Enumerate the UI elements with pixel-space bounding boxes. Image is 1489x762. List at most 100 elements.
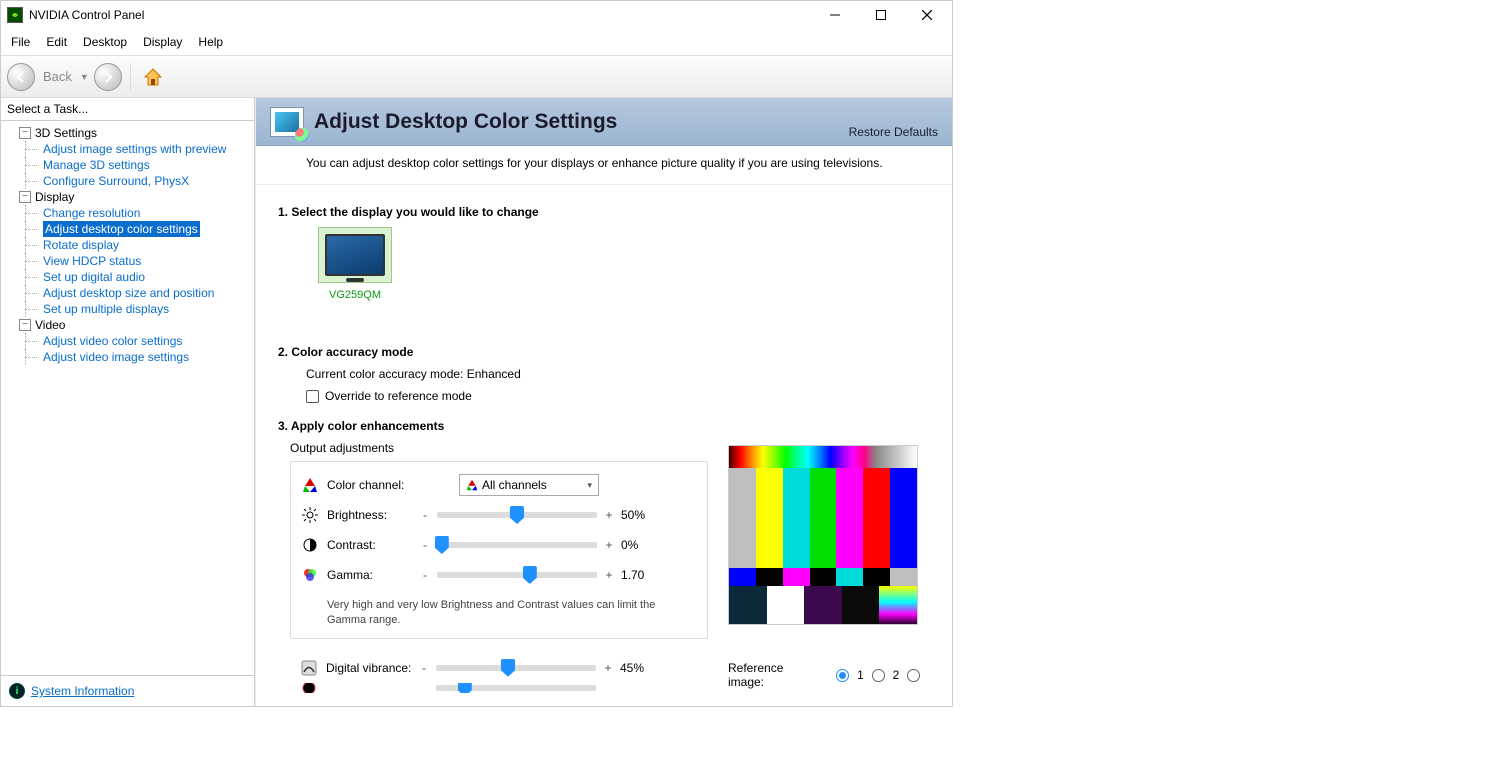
tree-item-digital-audio[interactable]: Set up digital audio xyxy=(5,269,250,285)
back-label: Back xyxy=(43,69,72,84)
minus-icon: - xyxy=(421,538,429,552)
tree-group-3d[interactable]: − 3D Settings xyxy=(5,125,250,141)
panel-header-icon xyxy=(270,107,304,137)
tree-item-rotate-display[interactable]: Rotate display xyxy=(5,237,250,253)
menu-help[interactable]: Help xyxy=(196,33,225,51)
section1-head: 1. Select the display you would like to … xyxy=(278,205,708,219)
toolbar-separator xyxy=(130,63,131,91)
panel: Adjust Desktop Color Settings Restore De… xyxy=(255,98,952,706)
output-adjust-label: Output adjustments xyxy=(290,441,708,455)
gamma-row: Gamma: - + 1.70 xyxy=(301,560,697,590)
vibrance-slider[interactable] xyxy=(436,665,596,671)
expander-icon[interactable]: − xyxy=(19,127,31,139)
app-window: NVIDIA Control Panel File Edit Desktop D… xyxy=(0,0,953,707)
system-information-link[interactable]: i System Information xyxy=(1,675,254,706)
maximize-button[interactable] xyxy=(858,1,904,29)
toolbar: Back ▼ xyxy=(1,56,952,98)
minus-icon: - xyxy=(421,568,429,582)
section2-head: 2. Color accuracy mode xyxy=(278,345,708,359)
menubar: File Edit Desktop Display Help xyxy=(1,29,952,56)
checkbox-icon[interactable] xyxy=(306,390,319,403)
brightness-row: Brightness: - + 50% xyxy=(301,500,697,530)
tree-item-video-color[interactable]: Adjust video color settings xyxy=(5,333,250,349)
hue-slider[interactable] xyxy=(436,685,596,691)
tree-item-video-image[interactable]: Adjust video image settings xyxy=(5,349,250,365)
plus-icon: + xyxy=(605,538,613,552)
display-tile[interactable]: VG259QM xyxy=(318,227,392,301)
reference-image-radios: Reference image: 1 2 xyxy=(728,661,928,689)
tree-item-adjust-image-preview[interactable]: Adjust image settings with preview xyxy=(5,141,250,157)
nvidia-icon xyxy=(7,7,23,23)
tree-item-multiple-displays[interactable]: Set up multiple displays xyxy=(5,301,250,317)
close-button[interactable] xyxy=(904,1,950,29)
tree-item-adjust-desktop-color[interactable]: Adjust desktop color settings xyxy=(5,221,250,237)
minimize-button[interactable] xyxy=(812,1,858,29)
color-channel-icon xyxy=(301,476,319,494)
back-dropdown[interactable]: ▼ xyxy=(80,72,90,82)
contrast-value: 0% xyxy=(621,538,655,552)
sidebar: Select a Task... − 3D Settings Adjust im… xyxy=(1,98,255,706)
menu-edit[interactable]: Edit xyxy=(44,33,69,51)
menu-file[interactable]: File xyxy=(9,33,32,51)
hue-icon xyxy=(300,683,318,693)
display-name: VG259QM xyxy=(318,289,392,301)
menu-display[interactable]: Display xyxy=(141,33,184,51)
gamma-value: 1.70 xyxy=(621,568,655,582)
plus-icon: + xyxy=(604,661,612,675)
tree-group-video[interactable]: − Video xyxy=(5,317,250,333)
info-icon: i xyxy=(9,683,25,699)
ref-radio-3[interactable] xyxy=(907,669,920,682)
vibrance-icon xyxy=(300,659,318,677)
section3-head: 3. Apply color enhancements xyxy=(278,419,708,433)
titlebar-title: NVIDIA Control Panel xyxy=(29,8,812,22)
home-button[interactable] xyxy=(139,63,167,91)
contrast-slider[interactable] xyxy=(437,542,597,548)
vibrance-row: Digital vibrance: - + 45% xyxy=(290,653,708,683)
gamma-icon xyxy=(301,566,319,584)
contrast-row: Contrast: - + 0% xyxy=(301,530,697,560)
tree-item-hdcp-status[interactable]: View HDCP status xyxy=(5,253,250,269)
content: Select a Task... − 3D Settings Adjust im… xyxy=(1,98,952,706)
panel-title: Adjust Desktop Color Settings xyxy=(314,110,617,134)
tree-item-change-resolution[interactable]: Change resolution xyxy=(5,205,250,221)
output-adjust-box: Color channel: All channels ▾ xyxy=(290,461,708,639)
brightness-slider[interactable] xyxy=(437,512,597,518)
override-checkbox-row[interactable]: Override to reference mode xyxy=(306,389,708,403)
ref-radio-2[interactable] xyxy=(872,669,885,682)
minus-icon: - xyxy=(420,661,428,675)
reference-image-preview xyxy=(728,445,918,625)
contrast-icon xyxy=(301,536,319,554)
sidebar-header: Select a Task... xyxy=(1,98,254,121)
ref-radio-1[interactable] xyxy=(836,669,849,682)
menu-desktop[interactable]: Desktop xyxy=(81,33,129,51)
brightness-icon xyxy=(301,506,319,524)
panel-header: Adjust Desktop Color Settings Restore De… xyxy=(256,98,952,146)
gamma-note: Very high and very low Brightness and Co… xyxy=(327,598,697,628)
expander-icon[interactable]: − xyxy=(19,319,31,331)
panel-description: You can adjust desktop color settings fo… xyxy=(256,146,952,185)
forward-button[interactable] xyxy=(94,63,122,91)
tree-item-manage-3d[interactable]: Manage 3D settings xyxy=(5,157,250,173)
chevron-down-icon: ▾ xyxy=(587,480,592,491)
tree-item-desktop-size-pos[interactable]: Adjust desktop size and position xyxy=(5,285,250,301)
ref-label: Reference image: xyxy=(728,661,820,689)
brightness-value: 50% xyxy=(621,508,655,522)
plus-icon: + xyxy=(605,568,613,582)
hue-row-partial xyxy=(290,683,708,693)
tree-item-surround-physx[interactable]: Configure Surround, PhysX xyxy=(5,173,250,189)
override-label: Override to reference mode xyxy=(325,389,472,403)
titlebar: NVIDIA Control Panel xyxy=(1,1,952,29)
accuracy-current: Current color accuracy mode: Enhanced xyxy=(306,367,708,381)
vibrance-value: 45% xyxy=(620,661,654,675)
task-tree: − 3D Settings Adjust image settings with… xyxy=(1,121,254,675)
back-button[interactable] xyxy=(7,63,35,91)
minus-icon: - xyxy=(421,508,429,522)
color-channel-row: Color channel: All channels ▾ xyxy=(301,470,697,500)
tree-group-display[interactable]: − Display xyxy=(5,189,250,205)
expander-icon[interactable]: − xyxy=(19,191,31,203)
color-channel-select[interactable]: All channels ▾ xyxy=(459,474,599,496)
monitor-icon xyxy=(318,227,392,283)
plus-icon: + xyxy=(605,508,613,522)
gamma-slider[interactable] xyxy=(437,572,597,578)
restore-defaults-link[interactable]: Restore Defaults xyxy=(849,125,938,139)
